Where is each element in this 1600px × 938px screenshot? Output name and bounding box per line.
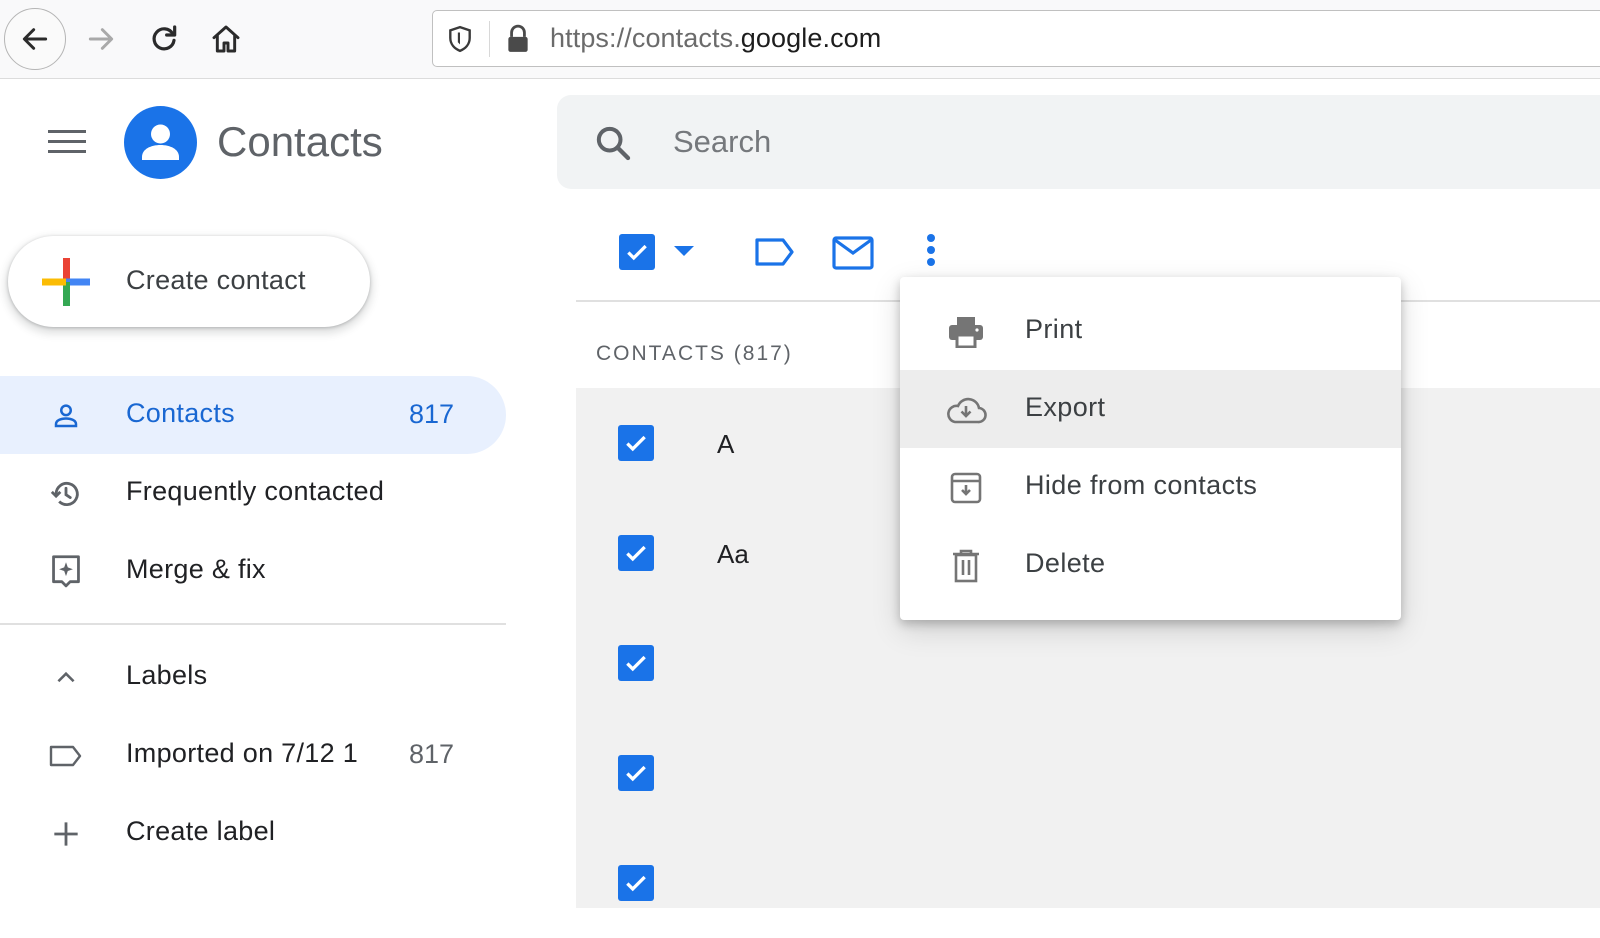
sidebar-item-merge-fix[interactable]: Merge & fix	[0, 532, 506, 610]
label-tag-icon	[48, 738, 84, 774]
select-dropdown-caret-icon[interactable]	[674, 246, 694, 258]
contact-name: Aa	[717, 539, 749, 569]
contact-row[interactable]	[576, 828, 1600, 938]
menu-item-label: Export	[1025, 392, 1106, 422]
url-text[interactable]: https://contacts.google.com	[550, 23, 881, 54]
trash-icon	[944, 546, 988, 586]
hamburger-line	[48, 130, 86, 133]
search-input[interactable]	[673, 117, 1373, 167]
more-vert-dot	[927, 258, 935, 266]
forward-button[interactable]	[70, 8, 132, 70]
sidebar-divider	[0, 623, 506, 625]
colorful-plus-icon	[42, 258, 90, 306]
more-actions-menu: Print Export Hide from contacts Delete	[900, 277, 1401, 620]
sidebar-item-contacts[interactable]: Contacts 817	[0, 376, 506, 454]
sidebar-item-frequently-contacted[interactable]: Frequently contacted	[0, 454, 506, 532]
menu-item-label: Hide from contacts	[1025, 470, 1258, 500]
hamburger-line	[48, 150, 86, 153]
send-email-button[interactable]	[832, 236, 874, 275]
contacts-logo[interactable]	[124, 106, 197, 179]
checkmark-icon	[626, 655, 646, 672]
checkmark-icon	[626, 545, 646, 562]
create-label-button[interactable]: Create label	[0, 794, 506, 872]
hamburger-line	[48, 140, 86, 143]
reload-icon	[152, 25, 177, 51]
archive-icon	[944, 468, 988, 508]
browser-toolbar: https://contacts.google.com	[0, 0, 1600, 79]
arrow-left-icon	[22, 28, 48, 50]
sidebar-item-label: Merge & fix	[126, 554, 266, 584]
checkmark-icon	[626, 765, 646, 782]
menu-item-delete[interactable]: Delete	[900, 526, 1401, 604]
create-contact-label: Create contact	[126, 265, 306, 295]
label-tag-icon	[755, 238, 794, 266]
checkmark-icon	[626, 875, 646, 892]
manage-labels-button[interactable]	[754, 236, 796, 273]
back-button[interactable]	[4, 8, 66, 70]
contacts-person-icon	[142, 124, 179, 160]
menu-item-export[interactable]: Export	[900, 370, 1401, 448]
label-count: 817	[408, 739, 454, 769]
plus-icon	[48, 816, 84, 852]
history-icon	[48, 476, 84, 512]
arrow-right-icon	[88, 28, 114, 50]
row-checkbox[interactable]	[618, 865, 654, 901]
row-checkbox[interactable]	[618, 645, 654, 681]
app-title: Contacts	[217, 118, 383, 165]
address-bar-separator	[489, 21, 490, 57]
contacts-list-heading: CONTACTS (817)	[596, 342, 793, 365]
url-host: google.com	[740, 23, 882, 53]
main-menu-button[interactable]	[48, 130, 86, 156]
tracking-shield-icon[interactable]	[447, 25, 473, 58]
row-checkbox[interactable]	[618, 755, 654, 791]
home-button[interactable]	[195, 8, 257, 70]
more-vert-dot	[927, 234, 935, 242]
person-icon	[48, 398, 84, 434]
menu-item-label: Delete	[1025, 548, 1106, 578]
home-icon	[212, 25, 240, 53]
mail-icon	[832, 236, 874, 270]
contact-row[interactable]	[576, 718, 1600, 828]
contact-name: A	[717, 429, 735, 459]
create-label-text: Create label	[126, 816, 276, 846]
reload-button[interactable]	[133, 8, 195, 70]
row-checkbox[interactable]	[618, 425, 654, 461]
checkmark-icon	[626, 435, 646, 452]
search-bar[interactable]	[557, 95, 1600, 189]
cloud-download-icon	[944, 390, 988, 430]
sidebar-label-imported[interactable]: Imported on 7/12 1 817	[0, 716, 506, 794]
merge-fix-icon	[48, 554, 84, 590]
search-icon[interactable]	[593, 123, 633, 168]
sidebar-item-label: Frequently contacted	[126, 476, 385, 506]
select-all-checkbox[interactable]	[619, 234, 655, 270]
url-prefix: https://contacts.	[550, 23, 741, 53]
menu-item-print[interactable]: Print	[900, 292, 1401, 370]
row-checkbox[interactable]	[618, 535, 654, 571]
contact-row[interactable]	[576, 608, 1600, 718]
menu-item-label: Print	[1025, 314, 1083, 344]
menu-item-hide-from-contacts[interactable]: Hide from contacts	[900, 448, 1401, 526]
more-actions-button[interactable]	[922, 234, 940, 272]
label-name: Imported on 7/12 1	[126, 738, 359, 768]
lock-icon[interactable]	[505, 24, 531, 59]
address-bar[interactable]: https://contacts.google.com	[432, 10, 1600, 67]
sidebar-item-label: Contacts	[126, 398, 235, 428]
checkmark-icon	[627, 244, 647, 261]
labels-header: Labels	[126, 660, 208, 690]
chevron-up-icon	[48, 660, 84, 696]
sidebar-item-count: 817	[408, 399, 454, 429]
create-contact-button[interactable]: Create contact	[8, 236, 370, 327]
more-vert-dot	[927, 246, 935, 254]
labels-section-toggle[interactable]: Labels	[0, 638, 506, 716]
printer-icon	[944, 312, 988, 352]
